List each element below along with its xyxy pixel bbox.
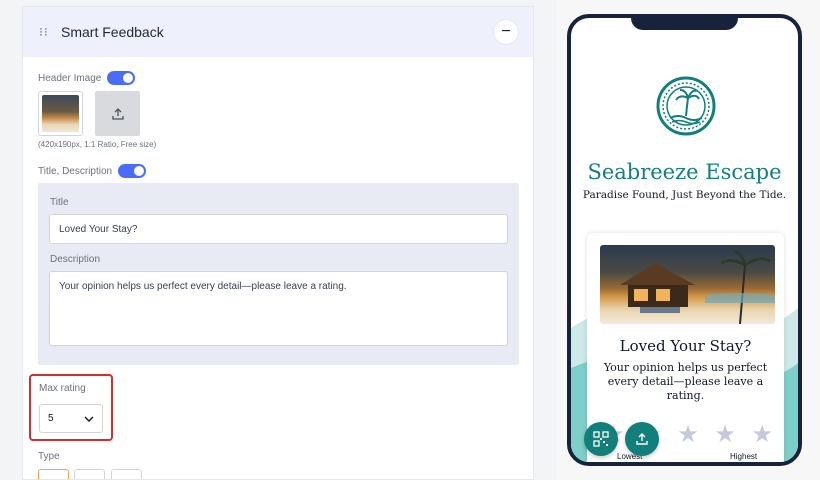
description-field-label: Description xyxy=(50,254,101,265)
type-option-stars[interactable] xyxy=(38,469,69,479)
card-header-image xyxy=(600,245,775,324)
editor-panel: ⁝⁝ Smart Feedback − Header Image (420x19… xyxy=(22,6,534,480)
header-image-row: Header Image xyxy=(38,71,136,85)
max-rating-group: Max rating 5 xyxy=(29,374,113,441)
type-label: Type xyxy=(38,451,60,462)
type-option-hearts[interactable] xyxy=(74,469,105,479)
title-description-group: Title Loved Your Stay? Description Your … xyxy=(38,183,519,365)
collapse-button[interactable]: − xyxy=(493,19,519,45)
header-image-label: Header Image xyxy=(38,72,102,84)
header-image-preview xyxy=(42,95,79,132)
star-icon[interactable]: ★ xyxy=(714,423,736,447)
qr-code-icon xyxy=(593,431,609,447)
card-description: Your opinion helps us perfect every deta… xyxy=(603,361,768,402)
description-textarea[interactable]: Your opinion helps us perfect every deta… xyxy=(49,271,508,346)
highest-label: Highest xyxy=(730,452,758,461)
title-field-label: Title xyxy=(50,197,69,208)
phone-preview: Seabreeze Escape Paradise Found, Just Be… xyxy=(567,14,802,466)
max-rating-label: Max rating xyxy=(39,383,86,394)
chevron-down-icon xyxy=(84,416,94,422)
qr-code-button[interactable] xyxy=(584,422,618,456)
title-input[interactable]: Loved Your Stay? xyxy=(49,214,508,244)
header-image-thumbnail[interactable] xyxy=(38,91,83,136)
title-description-label: Title, Description xyxy=(38,165,113,177)
max-rating-value: 5 xyxy=(48,413,54,424)
title-description-row: Title, Description xyxy=(38,164,147,178)
share-button[interactable] xyxy=(625,422,659,456)
star-icon[interactable]: ★ xyxy=(751,423,773,447)
header-image-toggle[interactable] xyxy=(107,71,136,85)
phone-notch xyxy=(631,18,738,30)
type-option-other[interactable] xyxy=(111,469,142,479)
card-title: Loved Your Stay? xyxy=(619,337,752,355)
feedback-card: Loved Your Stay? Your opinion helps us p… xyxy=(587,233,784,462)
palm-logo-icon xyxy=(656,76,716,136)
section-header: ⁝⁝ Smart Feedback − xyxy=(23,7,533,57)
title-description-toggle[interactable] xyxy=(118,164,147,178)
star-icon[interactable]: ★ xyxy=(677,423,699,447)
drag-handle-icon[interactable]: ⁝⁝ xyxy=(39,26,61,38)
upload-icon xyxy=(636,433,648,445)
bungalow-image xyxy=(620,249,775,324)
upload-icon xyxy=(111,107,124,120)
brand-name: Seabreeze Escape xyxy=(587,160,782,184)
section-title: Smart Feedback xyxy=(61,24,164,40)
upload-image-button[interactable] xyxy=(95,91,140,136)
max-rating-select[interactable]: 5 xyxy=(39,404,103,433)
image-size-hint: (420x190px, 1:1 Ratio, Free size) xyxy=(38,140,157,149)
brand-tagline: Paradise Found, Just Beyond the Tide. xyxy=(582,189,787,201)
